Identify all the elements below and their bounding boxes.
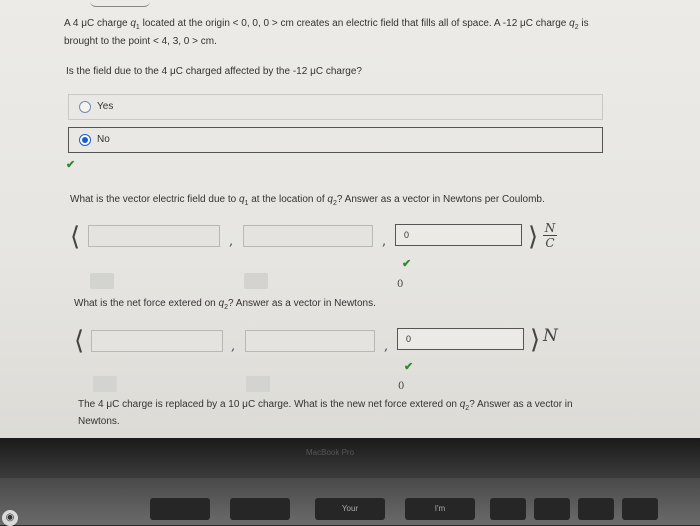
correct-check-icon: ✔ (66, 159, 76, 171)
key-6 (534, 498, 570, 520)
part2-text-c: ? Answer as a vector in Newtons per Coul… (336, 194, 545, 205)
intro-text-2: located at the origin < 0, 0, 0 > cm cre… (139, 18, 570, 29)
part3-text-a: What is the net force extered on (74, 298, 219, 309)
part2-comma-1: , (229, 234, 234, 249)
question-ask: Is the field due to the 4 μC charged aff… (66, 66, 362, 77)
part3-left-angle: ⟨ (74, 326, 85, 356)
part3-y-preview (246, 376, 270, 392)
key-8 (622, 498, 658, 520)
part3-z-input[interactable]: 0 (397, 328, 524, 350)
unit-n-per-c: N C (543, 222, 557, 249)
key-1 (150, 498, 210, 520)
part2-z-input[interactable]: 0 (395, 224, 522, 246)
top-edge-remnant (90, 0, 150, 7)
part4-question: The 4 μC charge is replaced by a 10 μC c… (78, 398, 608, 428)
bezel-label: MacBook Pro (306, 448, 355, 457)
part2-right-angle: ⟩ (528, 222, 539, 252)
question-intro: A 4 μC charge q1 located at the origin <… (64, 17, 624, 49)
part2-left-angle: ⟨ (70, 222, 81, 252)
part2-y-input[interactable] (243, 225, 373, 247)
part2-text-b: at the location of (248, 194, 328, 205)
radio-no[interactable] (79, 134, 91, 146)
radio-yes[interactable] (79, 101, 91, 113)
part3-x-input[interactable] (91, 330, 223, 352)
option-no[interactable]: No (68, 127, 603, 153)
part3-x-preview (93, 376, 117, 392)
part2-x-input[interactable] (88, 225, 220, 247)
part2-text-a: What is the vector electric field due to (70, 194, 239, 205)
key-your: Your (315, 498, 385, 520)
unit-denominator: C (545, 236, 555, 250)
part3-text-b: ? Answer as a vector in Newtons. (228, 298, 376, 309)
part2-comma-2: , (382, 234, 387, 249)
intro-text-1: A 4 μC charge (64, 18, 131, 29)
browser-viewport: A 4 μC charge q1 located at the origin <… (0, 0, 700, 438)
part3-right-angle: ⟩ (530, 325, 541, 355)
part2-y-preview (244, 273, 268, 289)
part3-z-preview: 0 (398, 381, 405, 392)
part2-z-preview: 0 (397, 279, 404, 290)
part3-check-icon: ✔ (404, 361, 414, 373)
part3-comma-2: , (384, 339, 389, 354)
key-7 (578, 498, 614, 520)
part2-x-preview (90, 273, 114, 289)
key-im: I'm (405, 498, 475, 520)
unit-newton: N (543, 326, 558, 346)
app-logo-icon: ◉ (2, 510, 18, 526)
key-5 (490, 498, 526, 520)
laptop-bezel (0, 438, 700, 478)
part2-question: What is the vector electric field due to… (70, 194, 545, 207)
option-yes-label: Yes (97, 101, 114, 112)
option-no-label: No (97, 134, 110, 145)
part3-y-input[interactable] (245, 330, 375, 352)
part3-comma-1: , (231, 339, 236, 354)
part4-text-a: The 4 μC charge is replaced by a 10 μC c… (78, 399, 460, 410)
key-2 (230, 498, 290, 520)
unit-numerator: N (544, 221, 556, 235)
part3-question: What is the net force extered on q2? Ans… (74, 298, 376, 311)
part2-check-icon: ✔ (402, 258, 412, 270)
option-yes[interactable]: Yes (68, 94, 603, 120)
